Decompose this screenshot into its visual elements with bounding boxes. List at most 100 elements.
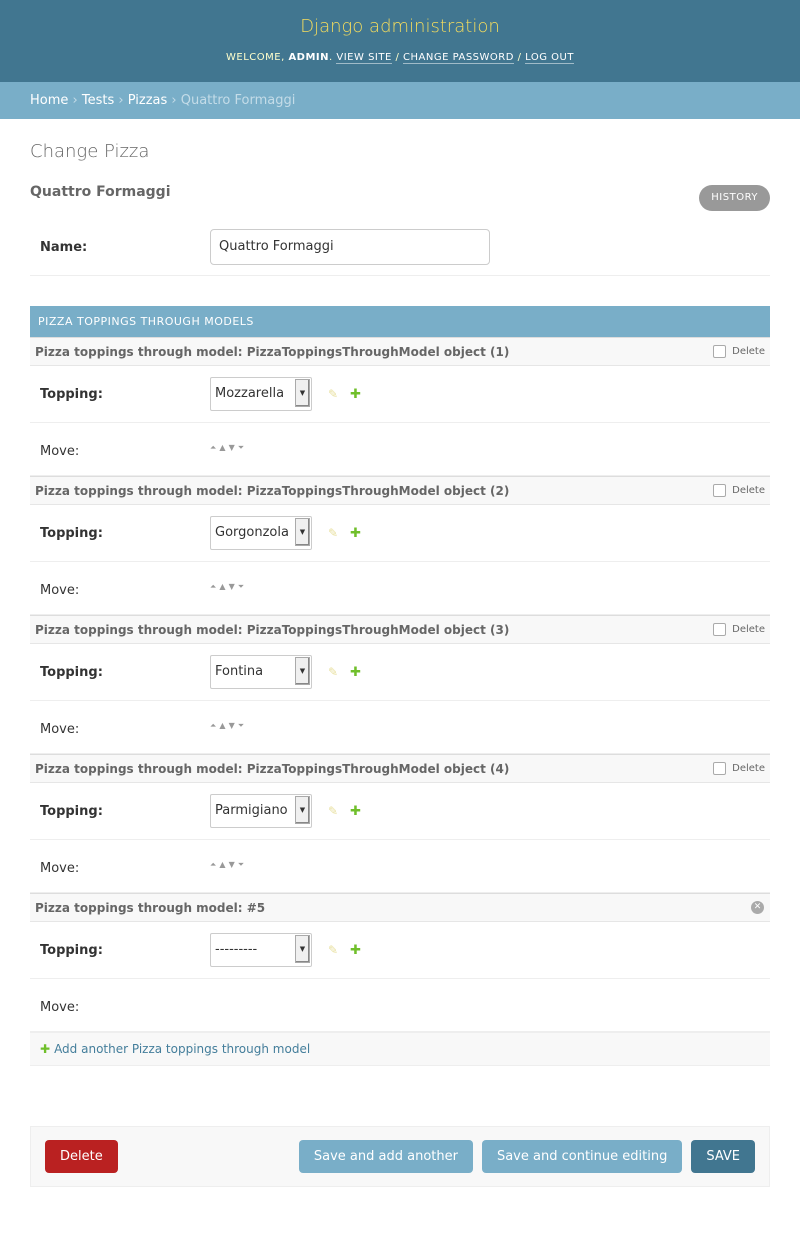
delete-checkbox[interactable]: [713, 762, 727, 775]
breadcrumb: Home › Tests › Pizzas › Quattro Formaggi: [0, 82, 800, 119]
breadcrumb-separator: ›: [114, 93, 128, 108]
move-row: Move: ⏶ ▲ ▼ ⏷: [30, 840, 770, 893]
add-another-link[interactable]: Add another Pizza toppings through model: [54, 1042, 310, 1056]
delete-checkbox-group[interactable]: Delete: [713, 484, 765, 497]
remove-icon[interactable]: ✕: [751, 901, 764, 914]
delete-checkbox[interactable]: [713, 345, 727, 358]
chevron-down-icon: ▼: [295, 518, 310, 546]
plus-icon[interactable]: ✚: [350, 665, 361, 680]
inline-row-title: Pizza toppings through model: PizzaToppi…: [35, 761, 510, 776]
change-password-link[interactable]: CHANGE PASSWORD: [403, 52, 514, 64]
move-top-icon[interactable]: ⏶: [210, 444, 216, 452]
inline-row-header: Pizza toppings through model: PizzaToppi…: [30, 337, 770, 366]
move-up-icon[interactable]: ▲: [219, 444, 225, 452]
plus-icon[interactable]: ✚: [350, 526, 361, 541]
chevron-down-icon: ▼: [295, 657, 310, 685]
save-and-continue-button[interactable]: Save and continue editing: [481, 1140, 683, 1173]
move-row: Move: ⏶ ▲ ▼ ⏷: [30, 562, 770, 615]
topping-select[interactable]: Gorgonzola ▼: [210, 516, 312, 550]
delete-checkbox[interactable]: [713, 484, 727, 497]
topping-label: Topping:: [40, 386, 103, 402]
save-button[interactable]: SAVE: [691, 1140, 755, 1173]
topping-select-value: Mozzarella: [215, 386, 285, 401]
chevron-down-icon: ▼: [295, 379, 310, 407]
move-bottom-icon[interactable]: ⏷: [238, 444, 244, 452]
plus-icon[interactable]: ✚: [40, 1042, 50, 1056]
add-another-row[interactable]: ✚ Add another Pizza toppings through mod…: [30, 1032, 770, 1066]
move-down-icon[interactable]: ▼: [229, 583, 235, 591]
move-top-icon[interactable]: ⏶: [210, 861, 216, 869]
chevron-down-icon: ▼: [295, 796, 310, 824]
move-controls: ⏶ ▲ ▼ ⏷: [210, 583, 244, 591]
move-up-icon[interactable]: ▲: [219, 722, 225, 730]
name-input[interactable]: Quattro Formaggi: [210, 229, 490, 265]
save-and-add-another-button[interactable]: Save and add another: [298, 1140, 473, 1173]
topping-label: Topping:: [40, 525, 103, 541]
submit-row: Delete Save and add another Save and con…: [30, 1126, 770, 1187]
move-top-icon[interactable]: ⏶: [210, 722, 216, 730]
breadcrumb-separator: ›: [167, 93, 181, 108]
breadcrumb-tests[interactable]: Tests: [82, 93, 114, 108]
move-label: Move:: [40, 721, 80, 737]
history-button[interactable]: HISTORY: [699, 185, 770, 211]
topping-select-value: Gorgonzola: [215, 525, 289, 540]
delete-checkbox[interactable]: [713, 623, 727, 636]
move-bottom-icon[interactable]: ⏷: [238, 861, 244, 869]
inline-row-header: Pizza toppings through model: PizzaToppi…: [30, 754, 770, 783]
separator: /: [391, 52, 404, 63]
topping-select-value: Fontina: [215, 664, 264, 679]
pencil-icon[interactable]: ✎: [328, 943, 338, 957]
delete-checkbox-group[interactable]: Delete: [713, 762, 765, 775]
plus-icon[interactable]: ✚: [350, 387, 361, 402]
pencil-icon[interactable]: ✎: [328, 387, 338, 401]
view-site-link[interactable]: VIEW SITE: [336, 52, 392, 64]
delete-checkbox-group[interactable]: Delete: [713, 623, 765, 636]
page-title: Change Pizza: [30, 141, 150, 162]
name-label: Name:: [40, 239, 88, 255]
move-down-icon[interactable]: ▼: [229, 861, 235, 869]
topping-row: Topping: Parmigiano ▼ ✎ ✚: [30, 783, 770, 840]
topping-select-value: Parmigiano: [215, 803, 288, 818]
save-buttons: Save and add another Save and continue e…: [298, 1140, 755, 1173]
move-up-icon[interactable]: ▲: [219, 861, 225, 869]
separator: /: [513, 52, 526, 63]
topping-row: Topping: --------- ▼ ✎ ✚: [30, 922, 770, 979]
inline-row-header: Pizza toppings through model: #5 ✕: [30, 893, 770, 922]
delete-label: Delete: [732, 763, 765, 774]
move-bottom-icon[interactable]: ⏷: [238, 722, 244, 730]
move-down-icon[interactable]: ▼: [229, 444, 235, 452]
breadcrumb-pizzas[interactable]: Pizzas: [128, 93, 168, 108]
topping-row: Topping: Mozzarella ▼ ✎ ✚: [30, 366, 770, 423]
topping-select[interactable]: Fontina ▼: [210, 655, 312, 689]
topping-select[interactable]: Parmigiano ▼: [210, 794, 312, 828]
topping-select[interactable]: --------- ▼: [210, 933, 312, 967]
plus-icon[interactable]: ✚: [350, 804, 361, 819]
delete-checkbox-group[interactable]: Delete: [713, 345, 765, 358]
inline-row-title: Pizza toppings through model: PizzaToppi…: [35, 622, 510, 637]
breadcrumb-home[interactable]: Home: [30, 93, 68, 108]
pencil-icon[interactable]: ✎: [328, 526, 338, 540]
plus-icon[interactable]: ✚: [350, 943, 361, 958]
delete-label: Delete: [732, 624, 765, 635]
user-tools: WELCOME, ADMIN. VIEW SITE / CHANGE PASSW…: [0, 52, 800, 64]
object-title: Quattro Formaggi: [30, 184, 171, 200]
move-label: Move:: [40, 443, 80, 459]
delete-label: Delete: [732, 485, 765, 496]
inline-row-header: Pizza toppings through model: PizzaToppi…: [30, 615, 770, 644]
move-down-icon[interactable]: ▼: [229, 722, 235, 730]
topping-label: Topping:: [40, 942, 103, 958]
pencil-icon[interactable]: ✎: [328, 665, 338, 679]
log-out-link[interactable]: LOG OUT: [525, 52, 574, 64]
move-top-icon[interactable]: ⏶: [210, 583, 216, 591]
move-bottom-icon[interactable]: ⏷: [238, 583, 244, 591]
topping-select[interactable]: Mozzarella ▼: [210, 377, 312, 411]
topping-select-value: ---------: [215, 942, 258, 957]
name-row: Name: Quattro Formaggi: [30, 219, 770, 276]
site-name[interactable]: Django administration: [0, 16, 800, 38]
inline-group: PIZZA TOPPINGS THROUGH MODELS Pizza topp…: [30, 306, 770, 1066]
delete-button[interactable]: Delete: [45, 1140, 118, 1173]
move-up-icon[interactable]: ▲: [219, 583, 225, 591]
delete-label: Delete: [732, 346, 765, 357]
move-controls: ⏶ ▲ ▼ ⏷: [210, 861, 244, 869]
pencil-icon[interactable]: ✎: [328, 804, 338, 818]
